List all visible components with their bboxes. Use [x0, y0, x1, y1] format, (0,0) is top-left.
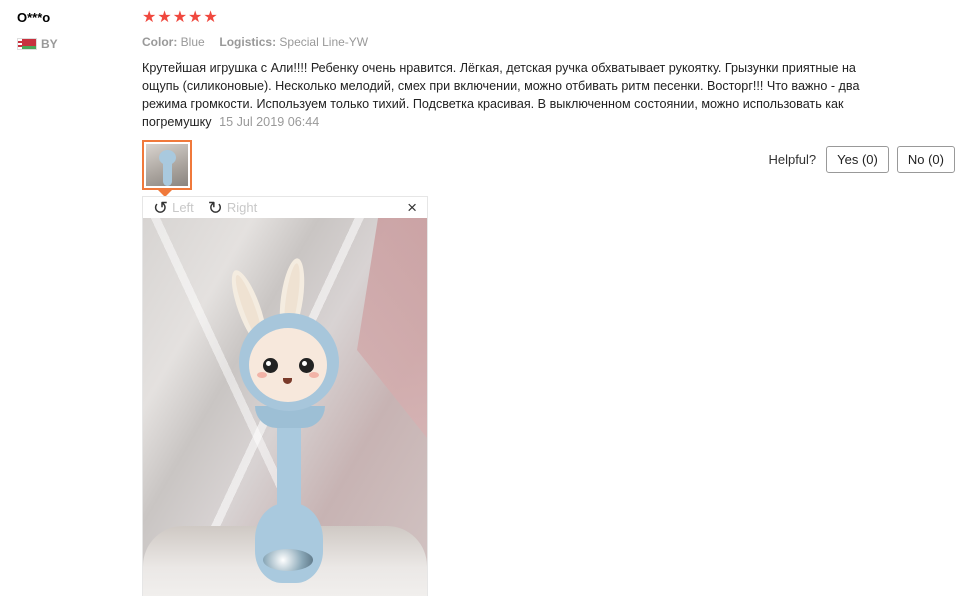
- rotate-right-button[interactable]: ↻ Right: [208, 199, 257, 217]
- color-value: Blue: [180, 35, 205, 49]
- star-icon: ★: [142, 9, 157, 26]
- rotate-left-label: Left: [172, 200, 194, 215]
- rotate-left-icon: ↺: [153, 197, 169, 218]
- review-photo: [143, 218, 427, 596]
- helpful-no-button[interactable]: No (0): [896, 146, 955, 173]
- thumbnail-image: [146, 144, 188, 186]
- order-attributes: Color: Blue Logistics: Special Line-YW: [142, 35, 368, 49]
- review-date: 15 Jul 2019 06:44: [219, 115, 320, 129]
- photo-viewer: ↺ Left ↻ Right ×: [142, 196, 428, 596]
- star-icon: ★: [172, 9, 188, 26]
- reviewer-country: BY: [17, 37, 58, 51]
- rotate-right-icon: ↻: [207, 197, 223, 218]
- close-icon[interactable]: ×: [407, 198, 417, 218]
- rotate-left-button[interactable]: ↺ Left: [153, 199, 194, 217]
- photo-viewer-toolbar: ↺ Left ↻ Right ×: [143, 197, 427, 218]
- review-photo-thumbnail[interactable]: [142, 140, 192, 190]
- color-label: Color:: [142, 35, 178, 49]
- helpful-yes-button[interactable]: Yes (0): [826, 146, 889, 173]
- helpful-voting: Helpful? Yes (0) No (0): [768, 146, 955, 173]
- logistics-value: Special Line-YW: [279, 35, 369, 49]
- star-rating: ★ ★ ★ ★ ★: [142, 9, 218, 27]
- star-icon: ★: [188, 9, 203, 26]
- reviewer-name: O***o: [17, 10, 51, 25]
- helpful-label: Helpful?: [768, 152, 817, 167]
- logistics-label: Logistics:: [219, 35, 277, 49]
- belarus-flag-icon: [17, 38, 37, 50]
- star-icon: ★: [157, 9, 172, 26]
- country-code: BY: [41, 37, 58, 51]
- star-icon: ★: [203, 9, 218, 26]
- rotate-right-label: Right: [226, 200, 258, 215]
- review-body: Крутейшая игрушка с Али!!!! Ребенку очен…: [142, 59, 864, 131]
